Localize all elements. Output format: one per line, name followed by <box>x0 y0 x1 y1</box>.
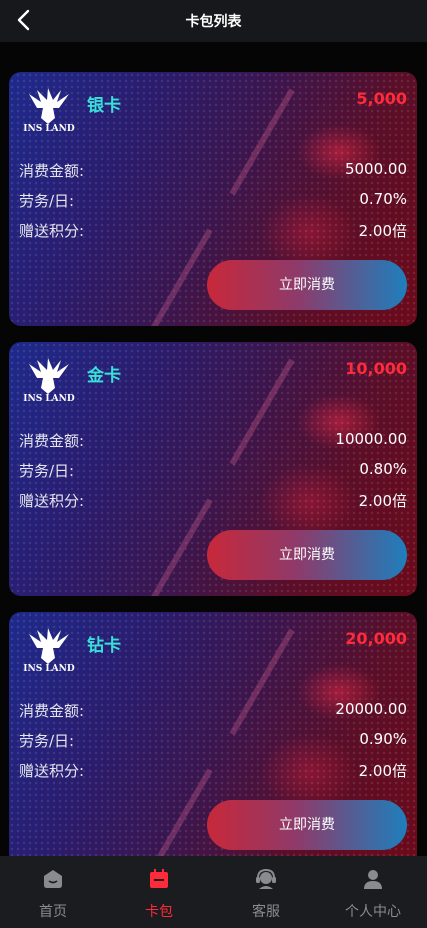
card-gold: INS LAND 金卡 10,000 消费金额: 10000.00 劳务/日: … <box>9 342 417 596</box>
tab-label: 首页 <box>39 904 67 920</box>
card-name: 金卡 <box>87 366 121 386</box>
points-value: 2.00倍 <box>358 762 407 780</box>
tab-wallet[interactable]: 卡包 <box>106 856 212 928</box>
points-label: 赠送积分: <box>19 222 85 240</box>
bottom-tab-bar: 首页 卡包 客服 个人中心 <box>0 856 427 928</box>
rate-label: 劳务/日: <box>19 732 75 750</box>
amount-row: 消费金额: 20000.00 <box>19 700 407 722</box>
points-label: 赠送积分: <box>19 762 85 780</box>
tab-label: 个人中心 <box>345 904 401 920</box>
rate-row: 劳务/日: 0.90% <box>19 730 407 752</box>
tab-home[interactable]: 首页 <box>0 856 106 928</box>
rate-value: 0.70% <box>359 190 407 208</box>
tab-label: 客服 <box>252 904 280 920</box>
points-label: 赠送积分: <box>19 492 85 510</box>
rate-value: 0.90% <box>359 730 407 748</box>
logo-text: INS LAND <box>23 394 75 404</box>
amount-row: 消费金额: 10000.00 <box>19 430 407 452</box>
consume-button[interactable]: 立即消费 <box>207 260 407 310</box>
card-stripe <box>147 228 213 326</box>
tab-label: 卡包 <box>145 904 173 920</box>
amount-value: 5000.00 <box>344 160 407 178</box>
amount-label: 消费金额: <box>19 702 85 720</box>
home-icon <box>44 870 62 888</box>
card-name: 银卡 <box>87 96 121 116</box>
consume-button[interactable]: 立即消费 <box>207 800 407 850</box>
app-header: 卡包列表 <box>0 0 427 42</box>
points-row: 赠送积分: 2.00倍 <box>19 760 407 782</box>
card-stripe <box>147 498 213 596</box>
rate-value: 0.80% <box>359 460 407 478</box>
rate-row: 劳务/日: 0.70% <box>19 190 407 212</box>
amount-value: 20000.00 <box>335 700 407 718</box>
points-value: 2.00倍 <box>358 492 407 510</box>
card-price: 20,000 <box>345 629 407 648</box>
points-row: 赠送积分: 2.00倍 <box>19 220 407 242</box>
wallet-icon <box>150 869 168 888</box>
card-diamond: INS LAND 钻卡 20,000 消费金额: 20000.00 劳务/日: … <box>9 612 417 866</box>
amount-label: 消费金额: <box>19 162 85 180</box>
amount-value: 10000.00 <box>335 430 407 448</box>
tab-profile[interactable]: 个人中心 <box>320 856 426 928</box>
logo-text: INS LAND <box>23 124 75 134</box>
user-icon <box>364 870 382 889</box>
card-name: 钻卡 <box>87 636 121 656</box>
amount-row: 消费金额: 5000.00 <box>19 160 407 182</box>
page-title: 卡包列表 <box>185 14 242 30</box>
logo-text: INS LAND <box>23 664 75 674</box>
card-list: INS LAND 银卡 5,000 消费金额: 5000.00 劳务/日: 0.… <box>9 72 417 882</box>
rate-label: 劳务/日: <box>19 192 75 210</box>
amount-label: 消费金额: <box>19 432 85 450</box>
consume-button[interactable]: 立即消费 <box>207 530 407 580</box>
card-price: 5,000 <box>356 89 407 108</box>
card-stripe <box>147 768 213 866</box>
support-icon <box>256 868 276 889</box>
rate-label: 劳务/日: <box>19 462 75 480</box>
card-silver: INS LAND 银卡 5,000 消费金额: 5000.00 劳务/日: 0.… <box>9 72 417 326</box>
card-price: 10,000 <box>345 359 407 378</box>
points-value: 2.00倍 <box>358 222 407 240</box>
rate-row: 劳务/日: 0.80% <box>19 460 407 482</box>
tab-support[interactable]: 客服 <box>213 856 319 928</box>
points-row: 赠送积分: 2.00倍 <box>19 490 407 512</box>
